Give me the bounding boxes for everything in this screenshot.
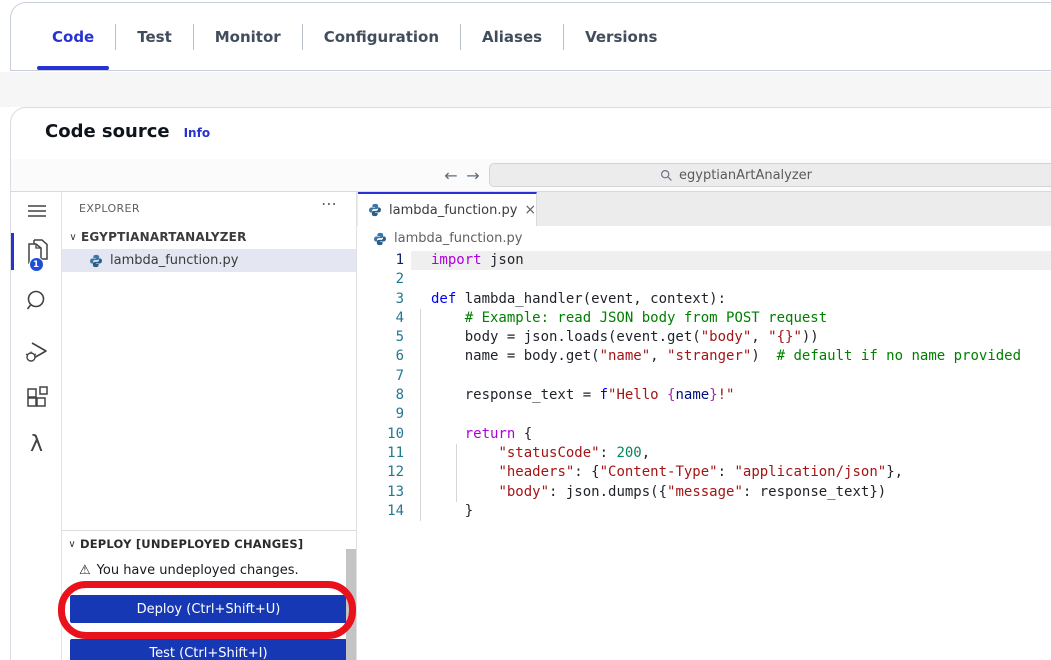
line-number: 5 bbox=[395, 329, 404, 346]
line-number: 10 bbox=[387, 425, 404, 442]
page-title: Code source bbox=[45, 121, 170, 142]
code-line[interactable]: 9 bbox=[357, 405, 1051, 424]
tab-test[interactable]: Test bbox=[116, 3, 193, 70]
explorer-title: EXPLORER bbox=[79, 202, 140, 215]
tab-monitor[interactable]: Monitor bbox=[194, 3, 302, 70]
explorer-view-icon[interactable]: 1 bbox=[11, 236, 62, 272]
python-file-icon bbox=[368, 203, 382, 217]
line-number: 7 bbox=[395, 367, 404, 384]
code-line[interactable]: 8 response_text = f"Hello {name}!" bbox=[357, 386, 1051, 405]
extensions-view-icon[interactable] bbox=[11, 386, 62, 412]
code-source-card: Code source Info ← → egyptianArtAnalyzer bbox=[10, 107, 1051, 660]
forward-arrow-icon[interactable]: → bbox=[463, 163, 483, 187]
tab-aliases[interactable]: Aliases bbox=[461, 3, 563, 70]
search-value: egyptianArtAnalyzer bbox=[679, 167, 813, 183]
explorer-panel: EXPLORER ⋯ ∨ EGYPTIANARTANALYZER lambda_… bbox=[62, 192, 357, 660]
function-tabs-bar: Code Test Monitor Configuration Aliases … bbox=[10, 2, 1051, 71]
code-line[interactable]: 12 "headers": {"Content-Type": "applicat… bbox=[357, 463, 1051, 482]
code-line[interactable]: 14 } bbox=[357, 502, 1051, 521]
code-source-header: Code source Info bbox=[45, 121, 210, 142]
code-line-content: name = body.get("name", "stranger") # de… bbox=[431, 348, 1022, 365]
tab-versions[interactable]: Versions bbox=[564, 3, 678, 70]
search-view-icon[interactable] bbox=[11, 288, 62, 314]
line-number: 4 bbox=[395, 309, 404, 326]
code-line[interactable]: 6 name = body.get("name", "stranger") # … bbox=[357, 347, 1051, 366]
code-line[interactable]: 2 bbox=[357, 270, 1051, 289]
code-line-content: # Example: read JSON body from POST requ… bbox=[464, 309, 828, 326]
code-line[interactable]: 7 bbox=[357, 367, 1051, 386]
editor-toolbar: ← → egyptianArtAnalyzer bbox=[11, 159, 1051, 192]
test-button[interactable]: Test (Ctrl+Shift+I) bbox=[70, 639, 347, 660]
line-number: 3 bbox=[395, 290, 404, 307]
code-line-content: "body": json.dumps({"message": response_… bbox=[498, 483, 887, 500]
code-line-content: "headers": {"Content-Type": "application… bbox=[498, 464, 904, 481]
chevron-down-icon: ∨ bbox=[69, 231, 77, 243]
undeployed-count-badge: 1 bbox=[28, 257, 44, 272]
code-line-content: "statusCode": 200, bbox=[498, 444, 651, 461]
editor-main: 1 λ EXPLORER ⋯ ∨ EGYPTIANARTANALYZER lam… bbox=[11, 192, 1051, 660]
code-line[interactable]: 5 body = json.loads(event.get("body", "{… bbox=[357, 328, 1051, 347]
python-file-icon bbox=[373, 232, 387, 246]
breadcrumb[interactable]: lambda_function.py bbox=[357, 226, 1051, 251]
code-line[interactable]: 3 def lambda_handler(event, context): bbox=[357, 290, 1051, 309]
code-line[interactable]: 10 return { bbox=[357, 425, 1051, 444]
undeployed-changes-warning: ⚠ You have undeployed changes. bbox=[79, 563, 299, 578]
line-number: 9 bbox=[395, 406, 404, 423]
code-line[interactable]: 1 import json bbox=[357, 251, 1051, 271]
code-line-content: def lambda_handler(event, context): bbox=[431, 290, 727, 307]
close-tab-icon[interactable]: × bbox=[524, 202, 536, 218]
code-line[interactable]: 4 # Example: read JSON body from POST re… bbox=[357, 309, 1051, 328]
code-line-content: } bbox=[431, 502, 474, 519]
warning-icon: ⚠ bbox=[79, 563, 91, 578]
lambda-console-page: Code Test Monitor Configuration Aliases … bbox=[0, 0, 1051, 660]
background-band bbox=[0, 72, 1051, 107]
line-number: 8 bbox=[395, 387, 404, 404]
tab-code[interactable]: Code bbox=[31, 3, 115, 70]
tree-item-lambda-function[interactable]: lambda_function.py bbox=[62, 249, 356, 272]
python-file-icon bbox=[89, 254, 103, 268]
line-number: 11 bbox=[387, 444, 404, 461]
line-number: 1 bbox=[395, 252, 404, 268]
back-arrow-icon[interactable]: ← bbox=[441, 163, 461, 187]
menu-hamburger-icon[interactable] bbox=[11, 202, 62, 220]
code-line-content: response_text = f"Hello {name}!" bbox=[431, 387, 735, 404]
deploy-button[interactable]: Deploy (Ctrl+Shift+U) bbox=[70, 595, 347, 623]
code-line-content bbox=[404, 367, 431, 386]
search-input[interactable]: egyptianArtAnalyzer bbox=[489, 163, 1051, 187]
explorer-scrollbar[interactable] bbox=[346, 549, 356, 660]
code-line[interactable]: 11 "statusCode": 200, bbox=[357, 444, 1051, 463]
deploy-section-header[interactable]: ∨ DEPLOY [UNDEPLOYED CHANGES] bbox=[62, 535, 356, 553]
code-line-content bbox=[404, 270, 431, 289]
code-line-content: body = json.loads(event.get("body", "{}"… bbox=[431, 329, 819, 346]
line-number: 12 bbox=[387, 464, 404, 481]
editor-tab-lambda-function[interactable]: lambda_function.py × bbox=[358, 192, 537, 226]
code-line[interactable]: 13 "body": json.dumps({"message": respon… bbox=[357, 483, 1051, 502]
code-line-content: import json bbox=[431, 252, 524, 268]
activity-bar: 1 λ bbox=[11, 192, 62, 660]
line-number: 13 bbox=[387, 483, 404, 500]
line-number: 2 bbox=[395, 271, 404, 288]
editor-pane: lambda_function.py × lambda_function.py bbox=[357, 192, 1051, 660]
chevron-down-icon: ∨ bbox=[68, 538, 76, 550]
line-number: 14 bbox=[387, 502, 404, 519]
panel-divider bbox=[62, 530, 356, 531]
code-line-content: return { bbox=[464, 425, 533, 442]
code-line-content bbox=[404, 405, 431, 424]
tree-root-egyptianartanalyzer[interactable]: ∨ EGYPTIANARTANALYZER bbox=[62, 226, 356, 248]
search-icon bbox=[660, 169, 672, 181]
code-editor[interactable]: 1 import json 2 3 def lambda_handler(event, … bbox=[357, 251, 1051, 660]
editor-tabstrip: lambda_function.py × bbox=[357, 192, 1051, 226]
line-number: 6 bbox=[395, 348, 404, 365]
info-link[interactable]: Info bbox=[184, 126, 210, 140]
tab-configuration[interactable]: Configuration bbox=[303, 3, 460, 70]
run-debug-view-icon[interactable] bbox=[11, 338, 62, 366]
explorer-more-actions-icon[interactable]: ⋯ bbox=[321, 194, 338, 213]
aws-lambda-view-icon[interactable]: λ bbox=[11, 432, 62, 457]
